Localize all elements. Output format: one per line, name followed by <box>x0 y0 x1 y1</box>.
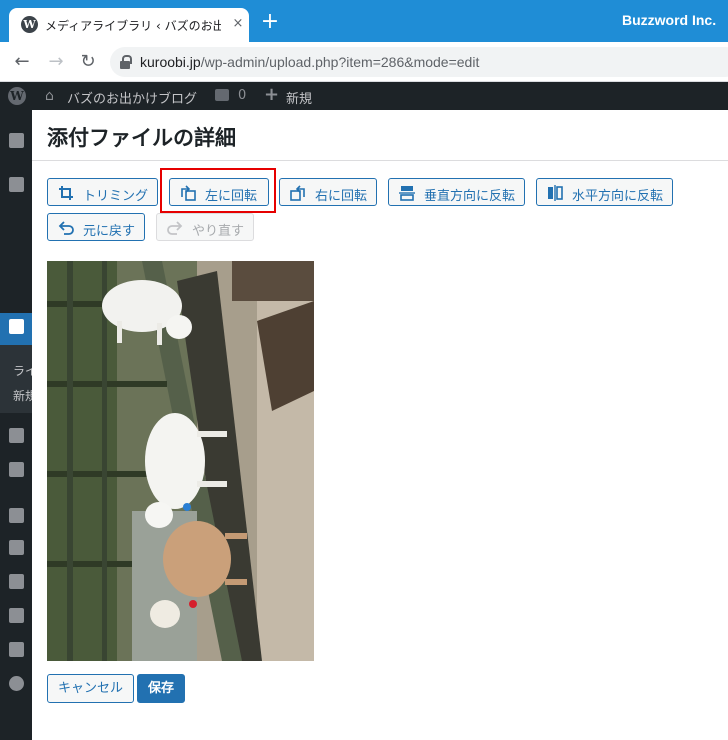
comment-count: 0 <box>238 88 247 103</box>
comments-icon[interactable] <box>9 462 24 477</box>
close-icon[interactable]: × <box>230 15 246 33</box>
goats-photo <box>47 261 314 661</box>
lock-icon <box>120 55 132 69</box>
reload-icon[interactable]: ↻ <box>76 50 100 74</box>
address-bar[interactable]: kuroobi.jp/wp-admin/upload.php?item=286&… <box>110 47 728 77</box>
redo-icon <box>167 221 183 235</box>
forward-arrow-icon[interactable]: → <box>44 50 68 74</box>
undo-button[interactable]: 元に戻す <box>47 213 145 241</box>
plugins-icon[interactable] <box>9 540 24 555</box>
plus-icon: + <box>264 84 280 105</box>
browser-tab[interactable]: W メディアライブラリ ‹ バズのお出かけブログ × <box>9 8 249 42</box>
wordpress-icon: W <box>21 16 38 33</box>
collapse-menu-icon[interactable] <box>9 676 24 691</box>
modal-title: 添付ファイルの詳細 <box>47 126 236 150</box>
users-icon[interactable] <box>9 574 24 589</box>
rotate-right-label: 右に回転 <box>315 189 368 204</box>
annotation-highlight-box <box>160 168 276 213</box>
save-button[interactable]: 保存 <box>137 674 185 703</box>
crop-label: トリミング <box>83 189 149 204</box>
cancel-button[interactable]: キャンセル <box>47 674 134 703</box>
new-tab-button[interactable]: + <box>259 11 281 33</box>
comment-icon[interactable] <box>215 89 229 101</box>
undo-label: 元に戻す <box>83 224 136 239</box>
flip-vertical-icon <box>399 186 415 201</box>
appearance-icon[interactable] <box>9 508 24 523</box>
crop-button[interactable]: トリミング <box>47 178 158 206</box>
rotate-right-button[interactable]: 右に回転 <box>279 178 377 206</box>
browser-toolbar: ← → ↻ kuroobi.jp/wp-admin/upload.php?ite… <box>0 42 728 82</box>
media-icon <box>9 319 24 334</box>
modal-header: 添付ファイルの詳細 <box>32 110 728 161</box>
flip-horizontal-button[interactable]: 水平方向に反転 <box>536 178 673 206</box>
wp-admin-bar: W ⌂ バズのお出かけブログ 0 + 新規 <box>0 82 728 110</box>
back-arrow-icon[interactable]: ← <box>10 50 34 74</box>
site-name-link[interactable]: バズのお出かけブログ <box>67 88 197 107</box>
tools-icon[interactable] <box>9 608 24 623</box>
redo-label: やり直す <box>192 224 245 239</box>
crop-icon <box>59 186 73 200</box>
submenu-new-label[interactable]: 新規 <box>13 387 32 404</box>
rotate-right-icon <box>290 185 305 201</box>
redo-button[interactable]: やり直す <box>156 213 254 241</box>
wordpress-logo-icon[interactable]: W <box>8 87 26 105</box>
flip-vertical-label: 垂直方向に反転 <box>424 189 516 204</box>
attachment-details-modal: 添付ファイルの詳細 トリミング 左に回転 右に回転 垂直方向に反転 水平方向に反… <box>32 110 728 740</box>
tab-title: メディアライブラリ ‹ バズのお出かけブログ <box>45 19 221 33</box>
attachment-image <box>47 261 314 661</box>
brand-watermark: Buzzword Inc. <box>622 12 717 28</box>
undo-icon <box>58 221 74 235</box>
flip-horizontal-label: 水平方向に反転 <box>572 189 664 204</box>
flip-vertical-button[interactable]: 垂直方向に反転 <box>388 178 525 206</box>
admin-sidebar: ライ 新規 <box>0 110 32 740</box>
browser-tab-strip: W メディアライブラリ ‹ バズのお出かけブログ × + Buzzword In… <box>0 0 728 42</box>
settings-icon[interactable] <box>9 642 24 657</box>
pages-icon[interactable] <box>9 428 24 443</box>
new-content-link[interactable]: 新規 <box>286 88 312 107</box>
flip-horizontal-icon <box>548 185 563 201</box>
submenu-library-label[interactable]: ライ <box>13 362 32 379</box>
pin-icon[interactable] <box>9 177 24 192</box>
home-icon: ⌂ <box>45 88 54 104</box>
url-text: kuroobi.jp/wp-admin/upload.php?item=286&… <box>140 54 480 70</box>
dashboard-icon[interactable] <box>9 133 24 148</box>
